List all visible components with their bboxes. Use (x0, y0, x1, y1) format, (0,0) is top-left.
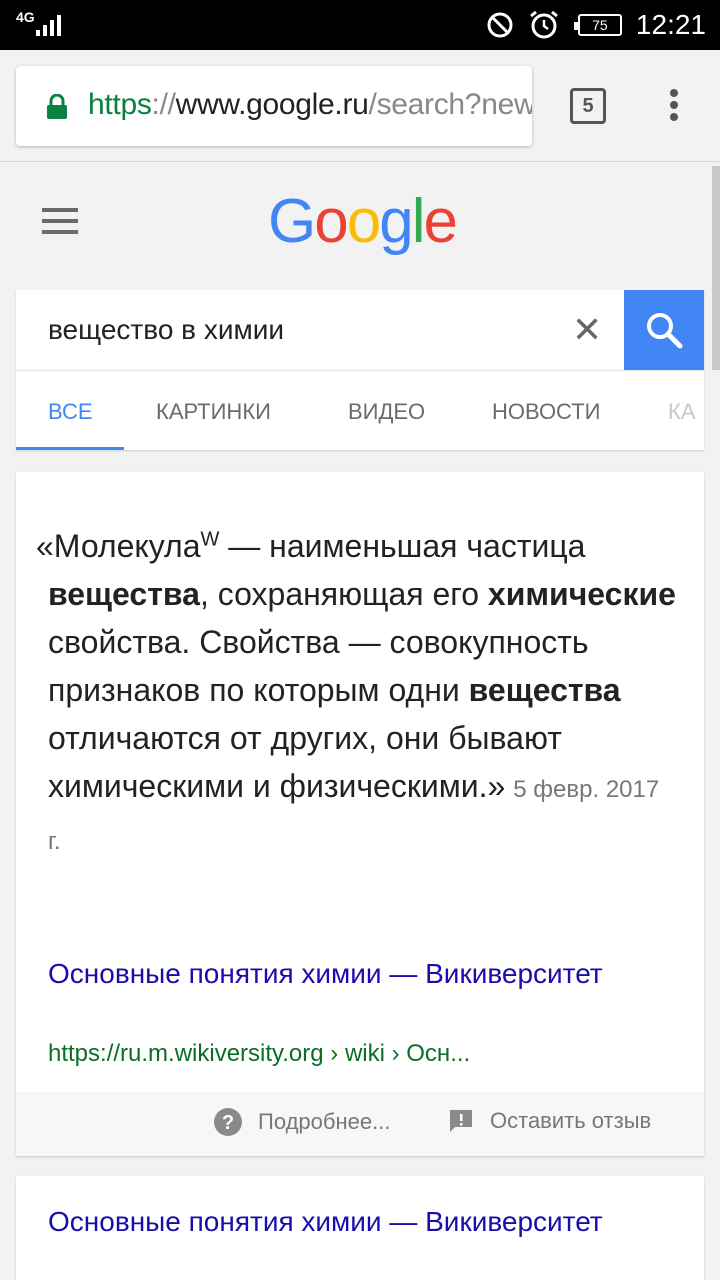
more-info-link[interactable]: ? Подробнее... (214, 1108, 390, 1136)
battery-indicator: 75 (573, 14, 622, 36)
search-input[interactable]: вещество в химии (48, 314, 284, 346)
lock-icon (47, 94, 67, 119)
search-tabs: ВСЕ КАРТИНКИ ВИДЕО НОВОСТИ КА (16, 370, 704, 450)
scrollbar[interactable] (712, 166, 720, 370)
hamburger-menu-icon[interactable] (42, 208, 78, 236)
result-title-link[interactable]: Основные понятия химии — Викиверситет (48, 1202, 608, 1242)
search-box[interactable]: вещество в химии ✕ (16, 290, 704, 370)
clock: 12:21 (635, 9, 706, 40)
active-tab-indicator (16, 447, 124, 450)
tab-all[interactable]: ВСЕ (48, 399, 93, 425)
google-logo[interactable]: Google (268, 186, 458, 257)
do-not-disturb-icon (487, 12, 513, 38)
signal-icon (36, 15, 61, 36)
snippet-text: «МолекулаW — наименьшая частица вещества… (36, 528, 676, 855)
tab-switcher-button[interactable]: 5 (570, 88, 606, 124)
svg-text:?: ? (222, 1112, 234, 1134)
feedback-icon (448, 1108, 474, 1134)
alarm-icon (529, 10, 558, 39)
result-url[interactable]: https://ru.m.wikiversity.org › wiki › Ос… (48, 1040, 470, 1068)
url-text: https://www.google.ru/search?new (88, 88, 532, 121)
browser-toolbar: https://www.google.ru/search?new 5 (0, 50, 720, 162)
result-card: Основные понятия химии — Викиверситет (16, 1176, 704, 1280)
result-title-link[interactable]: Основные понятия химии — Викиверситет (48, 954, 608, 994)
help-icon: ? (214, 1108, 242, 1136)
tab-more[interactable]: КА (668, 399, 696, 425)
search-icon (647, 313, 683, 349)
card-footer: ? Подробнее... Оставить отзыв (16, 1092, 704, 1156)
featured-snippet-card: «МолекулаW — наименьшая частица вещества… (16, 472, 704, 1156)
tab-video[interactable]: ВИДЕО (348, 399, 425, 425)
address-bar[interactable]: https://www.google.ru/search?new (16, 66, 532, 146)
feedback-link[interactable]: Оставить отзыв (448, 1108, 651, 1134)
tab-images[interactable]: КАРТИНКИ (156, 399, 271, 425)
clear-icon[interactable]: ✕ (572, 312, 602, 348)
search-button[interactable] (624, 290, 704, 370)
status-bar: 4G 75 12:21 (0, 0, 720, 50)
network-type: 4G (16, 9, 35, 25)
tab-news[interactable]: НОВОСТИ (492, 399, 600, 425)
more-menu-icon[interactable] (660, 86, 688, 126)
